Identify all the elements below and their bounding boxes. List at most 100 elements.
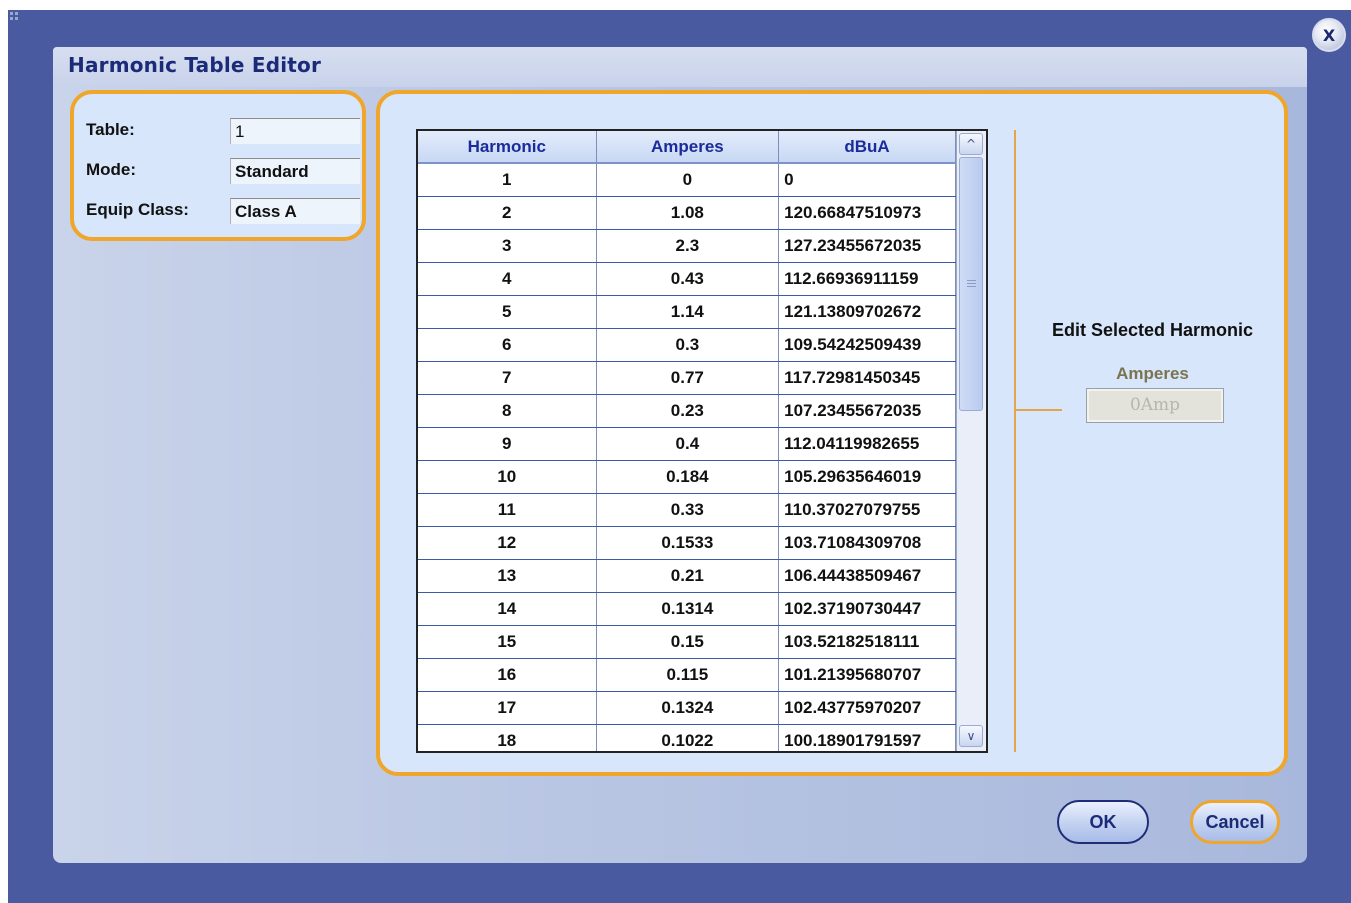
harmonic-cell[interactable]: 1 [418,163,597,197]
amperes-cell[interactable]: 0.1314 [596,592,780,626]
table-scrollbar[interactable]: ^ ∨ [956,131,986,751]
dbua-cell[interactable]: 106.44438509467 [778,559,956,593]
table-row[interactable]: 8 0.23 107.23455672035 [418,394,956,428]
table-row[interactable]: 15 0.15 103.52182518111 [418,625,956,659]
amperes-cell[interactable]: 0.77 [596,361,780,395]
dbua-cell[interactable]: 112.66936911159 [778,262,956,296]
dbua-cell[interactable]: 102.43775970207 [778,691,956,725]
harmonic-cell[interactable]: 18 [418,724,597,751]
table-row[interactable]: 9 0.4 112.04119982655 [418,427,956,461]
amperes-cell[interactable]: 0.184 [596,460,780,494]
harmonic-cell[interactable]: 9 [418,427,597,461]
table-info-panel: Table: 1 Mode: Standard Equip Class: Cla… [70,90,366,241]
table-row[interactable]: 2 1.08 120.66847510973 [418,196,956,230]
table-row[interactable]: 3 2.3 127.23455672035 [418,229,956,263]
chevron-down-icon: ∨ [966,729,976,743]
dbua-cell[interactable]: 103.71084309708 [778,526,956,560]
amperes-cell[interactable]: 0.23 [596,394,780,428]
harmonic-cell[interactable]: 16 [418,658,597,692]
harmonic-cell[interactable]: 17 [418,691,597,725]
table-row[interactable]: 100 [418,163,956,197]
harmonic-table-editor-dialog: Harmonic Table Editor Table: 1 Mode: Sta… [53,47,1307,863]
dbua-cell[interactable]: 121.13809702672 [778,295,956,329]
harmonic-cell[interactable]: 11 [418,493,597,527]
table-header-row: Harmonic Amperes dBuA [418,131,956,164]
amperes-cell[interactable]: 0.115 [596,658,780,692]
column-header-dbua[interactable]: dBuA [778,131,956,164]
scroll-up-button[interactable]: ^ [959,133,983,155]
cancel-button[interactable]: Cancel [1190,800,1280,844]
harmonic-cell[interactable]: 5 [418,295,597,329]
amperes-cell[interactable]: 0.43 [596,262,780,296]
column-header-harmonic[interactable]: Harmonic [418,131,597,164]
harmonic-cell[interactable]: 4 [418,262,597,296]
amperes-cell[interactable]: 0.3 [596,328,780,362]
dbua-cell[interactable]: 109.54242509439 [778,328,956,362]
mode-label: Mode: [86,160,137,179]
amperes-cell[interactable]: 0.15 [596,625,780,659]
harmonic-cell[interactable]: 3 [418,229,597,263]
dbua-cell[interactable]: 102.37190730447 [778,592,956,626]
dbua-cell[interactable]: 110.37027079755 [778,493,956,527]
harmonic-cell[interactable]: 12 [418,526,597,560]
amperes-cell[interactable]: 0.21 [596,559,780,593]
harmonic-cell[interactable]: 2 [418,196,597,230]
table-row[interactable]: 11 0.33 110.37027079755 [418,493,956,527]
harmonic-grid: Harmonic Amperes dBuA 1 0 0 2 1.08 120.668475… [418,131,956,751]
dbua-cell[interactable]: 107.23455672035 [778,394,956,428]
dbua-cell[interactable]: 101.21395680707 [778,658,956,692]
table-row[interactable]: 17 0.1324 102.43775970207 [418,691,956,725]
amperes-cell[interactable]: 0.1533 [596,526,780,560]
panel-divider [1014,130,1016,752]
amperes-cell[interactable]: 0.4 [596,427,780,461]
harmonic-cell[interactable]: 15 [418,625,597,659]
harmonic-cell[interactable]: 8 [418,394,597,428]
equip-class-field: Class A [230,198,360,224]
table-row[interactable]: 18 0.1022 100.18901791597 [418,724,956,751]
amperes-input[interactable]: 0Amp [1086,388,1224,423]
dbua-cell[interactable]: 103.52182518111 [778,625,956,659]
column-header-amperes[interactable]: Amperes [596,131,780,164]
amperes-cell[interactable]: 1.08 [596,196,780,230]
harmonic-cell[interactable]: 6 [418,328,597,362]
amperes-cell[interactable]: 0.1022 [596,724,780,751]
scrollbar-thumb[interactable] [959,157,983,411]
corner-grip-icon [10,12,22,24]
amperes-cell[interactable]: 1.14 [596,295,780,329]
harmonic-cell[interactable]: 7 [418,361,597,395]
table-row[interactable]: 6 0.3 109.54242509439 [418,328,956,362]
amperes-label: Amperes [1116,364,1189,383]
equip-class-label: Equip Class: [86,200,189,219]
table-number-field: 1 [230,118,360,144]
dbua-cell[interactable]: 127.23455672035 [778,229,956,263]
harmonic-cell[interactable]: 10 [418,460,597,494]
table-row[interactable]: 16 0.115 101.21395680707 [418,658,956,692]
dbua-cell[interactable]: 117.72981450345 [778,361,956,395]
connector-line [1016,409,1062,411]
dbua-cell[interactable]: 112.04119982655 [778,427,956,461]
harmonic-cell[interactable]: 13 [418,559,597,593]
table-row[interactable]: 5 1.14 121.13809702672 [418,295,956,329]
dbua-cell[interactable]: 120.66847510973 [778,196,956,230]
ok-button[interactable]: OK [1057,800,1149,844]
table-label: Table: [86,120,135,139]
amperes-cell[interactable]: 0 [596,163,780,197]
amperes-cell[interactable]: 0.33 [596,493,780,527]
table-row[interactable]: 13 0.21 106.44438509467 [418,559,956,593]
table-row[interactable]: 7 0.77 117.72981450345 [418,361,956,395]
dbua-cell[interactable]: 105.29635646019 [778,460,956,494]
chevron-up-icon: ^ [965,137,977,151]
table-row[interactable]: 4 0.43 112.66936911159 [418,262,956,296]
edit-selected-harmonic-title: Edit Selected Harmonic [1051,320,1254,340]
scroll-down-button[interactable]: ∨ [959,725,983,747]
close-button[interactable]: X [1312,18,1346,52]
amperes-cell[interactable]: 2.3 [596,229,780,263]
amperes-cell[interactable]: 0.1324 [596,691,780,725]
dbua-cell[interactable]: 0 [778,163,956,197]
table-row[interactable]: 10 0.184 105.29635646019 [418,460,956,494]
harmonic-cell[interactable]: 14 [418,592,597,626]
dbua-cell[interactable]: 100.18901791597 [778,724,956,751]
table-row[interactable]: 14 0.1314 102.37190730447 [418,592,956,626]
table-row[interactable]: 12 0.1533 103.71084309708 [418,526,956,560]
close-icon: X [1322,25,1336,45]
